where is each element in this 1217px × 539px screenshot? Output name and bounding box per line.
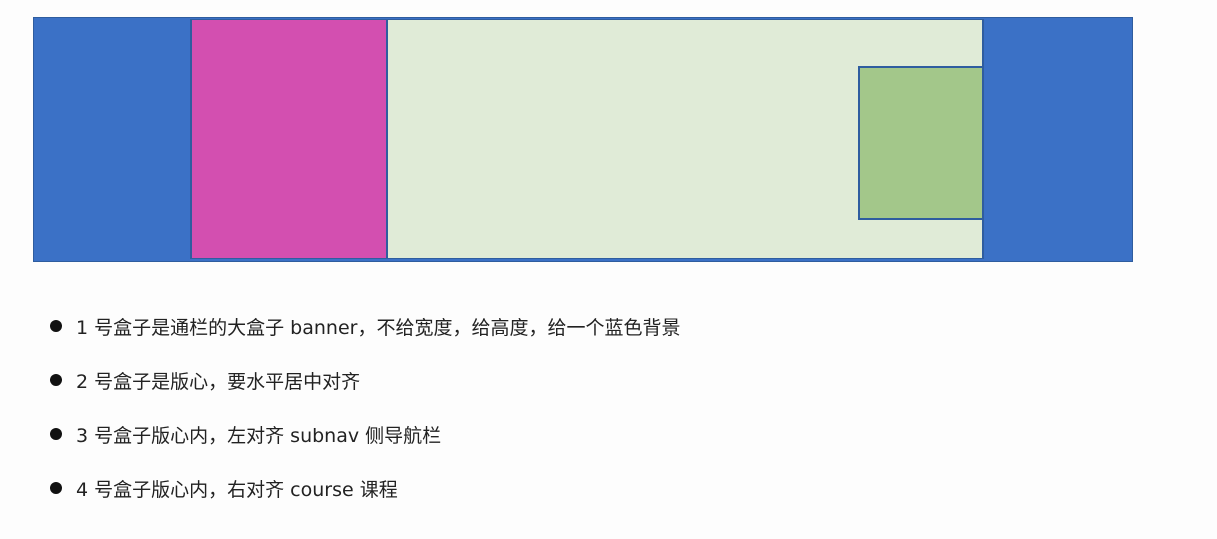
note-item: 4 号盒子版心内，右对齐 course 课程: [50, 470, 680, 506]
bullet-icon: [50, 320, 62, 332]
bullet-icon: [50, 428, 62, 440]
banner-box-1: [33, 17, 1133, 262]
notes-list: 1 号盒子是通栏的大盒子 banner，不给宽度，给高度，给一个蓝色背景 2 号…: [50, 308, 680, 524]
center-box-2: [190, 19, 984, 259]
bullet-icon: [50, 374, 62, 386]
note-text: 2 号盒子是版心，要水平居中对齐: [76, 370, 361, 393]
subnav-box-3: [192, 20, 388, 258]
note-text: 3 号盒子版心内，左对齐 subnav 侧导航栏: [76, 424, 442, 447]
note-text: 1 号盒子是通栏的大盒子 banner，不给宽度，给高度，给一个蓝色背景: [76, 316, 681, 339]
course-box-4: [858, 66, 982, 220]
note-text: 4 号盒子版心内，右对齐 course 课程: [76, 478, 398, 501]
note-item: 1 号盒子是通栏的大盒子 banner，不给宽度，给高度，给一个蓝色背景: [50, 308, 680, 344]
note-item: 2 号盒子是版心，要水平居中对齐: [50, 362, 680, 398]
note-item: 3 号盒子版心内，左对齐 subnav 侧导航栏: [50, 416, 680, 452]
bullet-icon: [50, 482, 62, 494]
